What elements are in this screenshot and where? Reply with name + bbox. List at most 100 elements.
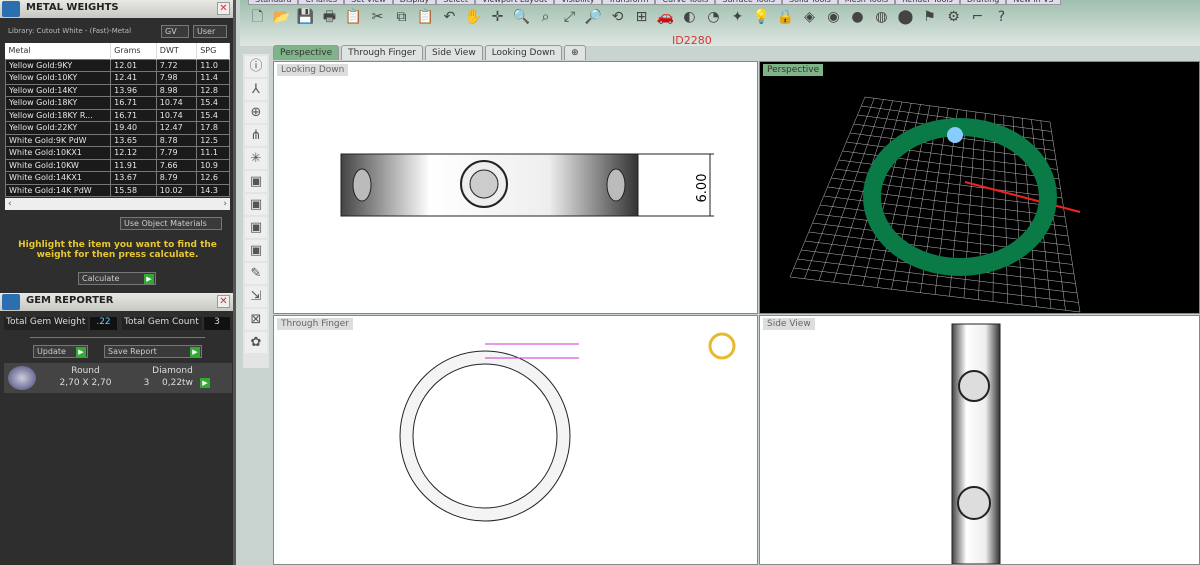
table-row[interactable]: White Gold:14K PdW 15.58 10.02 14.3 <box>4 183 230 197</box>
help-icon[interactable]: ? <box>992 8 1011 27</box>
box-top-icon[interactable]: ▣ <box>245 194 267 215</box>
table-cell: 8.98 <box>155 83 198 97</box>
table-row[interactable]: Yellow Gold:18KY R... 16.71 10.74 15.4 <box>4 108 230 122</box>
clipboard-icon[interactable]: 📋 <box>416 8 435 27</box>
box-side-icon[interactable]: ▣ <box>245 217 267 238</box>
gear-icon[interactable]: ⚙ <box>944 8 963 27</box>
toolbar-tab[interactable]: Curve Tools <box>655 0 716 5</box>
viewport-tab[interactable]: Through Finger <box>341 45 423 60</box>
zoom-extents-icon[interactable]: ⤢ <box>560 8 579 27</box>
cut-icon[interactable]: ✂ <box>368 8 387 27</box>
play-icon: ▶ <box>76 347 86 357</box>
viewport-side-view[interactable]: Side View <box>759 315 1200 565</box>
horizontal-scrollbar[interactable]: ‹ › <box>5 198 230 210</box>
toolbar-tab[interactable]: Transform <box>601 0 656 5</box>
layout-icon[interactable]: ⊞ <box>632 8 651 27</box>
car-icon[interactable]: 🚗 <box>656 8 675 27</box>
viewport-perspective[interactable]: Perspective <box>759 61 1200 314</box>
gem-row[interactable]: Round Diamond 2,70 X 2,70 3 0,22tw ▶ <box>4 363 232 393</box>
gv-toggle[interactable]: GV <box>161 25 189 38</box>
viewport-through-finger[interactable]: Through Finger <box>273 315 758 565</box>
toolbar-tab[interactable]: Mesh Tools <box>837 0 896 5</box>
user-toggle[interactable]: User <box>193 25 227 38</box>
add-tab-icon[interactable]: ⊕ <box>564 45 586 60</box>
table-row[interactable]: Yellow Gold:18KY 16.71 10.74 15.4 <box>4 96 230 110</box>
viewport-tab[interactable]: Side View <box>425 45 483 60</box>
clock-icon[interactable]: ◔ <box>704 8 723 27</box>
render-sphere-icon[interactable]: ⬤ <box>896 8 915 27</box>
toolbar-tab[interactable]: Visibility <box>554 0 602 5</box>
table-row[interactable]: White Gold:10KW 11.91 7.66 10.9 <box>4 158 230 172</box>
table-row[interactable]: Yellow Gold:10KY 12.41 7.98 11.4 <box>4 71 230 85</box>
column-header[interactable]: Metal <box>5 43 112 59</box>
table-row[interactable]: Yellow Gold:9KY 12.01 7.72 11.0 <box>4 58 230 72</box>
column-header[interactable]: SPG <box>196 43 230 59</box>
ring-top-drawing: 6.00 <box>340 153 714 217</box>
zoom-icon[interactable]: 🔍 <box>512 8 531 27</box>
column-header[interactable]: Grams <box>110 43 157 59</box>
color-wheel-icon[interactable]: ◉ <box>824 8 843 27</box>
new-icon[interactable]: 🗋 <box>248 8 267 27</box>
toolbar-tab[interactable]: Surface Tools <box>715 0 783 5</box>
toolbar-tab[interactable]: Display <box>392 0 437 5</box>
box-shaded-icon[interactable]: ▣ <box>245 240 267 261</box>
layers-icon[interactable]: ◈ <box>800 8 819 27</box>
calculate-button[interactable]: Calculate ▶ <box>78 272 156 285</box>
toolbar-tab[interactable]: Select <box>436 0 475 5</box>
viewport-tab[interactable]: Looking Down <box>484 45 563 60</box>
toolbar-tab[interactable]: New in V5 <box>1006 0 1061 5</box>
sphere-icon[interactable]: ● <box>848 8 867 27</box>
pan-icon[interactable]: ✋ <box>464 8 483 27</box>
undo-icon[interactable]: ↶ <box>440 8 459 27</box>
viewport-looking-down[interactable]: Looking Down 6.00 <box>273 61 758 314</box>
rotate-view-icon[interactable]: ⟲ <box>608 8 627 27</box>
toolbar-tab[interactable]: Viewport Layout <box>474 0 555 5</box>
save-icon[interactable]: 💾 <box>296 8 315 27</box>
zoom-window-icon[interactable]: ⌕ <box>536 8 555 27</box>
info-icon[interactable]: ⓘ <box>245 56 267 77</box>
gumball-icon[interactable]: ✳ <box>245 148 267 169</box>
box-icon[interactable]: ▣ <box>245 171 267 192</box>
splitter[interactable] <box>30 337 205 338</box>
move-icon[interactable]: ⇲ <box>245 286 267 307</box>
open-icon[interactable]: 📂 <box>272 8 291 27</box>
axes-icon[interactable]: ⅄ <box>245 79 267 100</box>
lights-icon[interactable]: ✦ <box>728 8 747 27</box>
paste-icon[interactable]: 📋 <box>344 8 363 27</box>
close-icon[interactable]: ✕ <box>217 2 230 15</box>
frame-icon[interactable]: ⊠ <box>245 309 267 330</box>
column-header[interactable]: DWT <box>156 43 198 59</box>
flag-icon[interactable]: ⚑ <box>920 8 939 27</box>
use-object-materials-button[interactable]: Use Object Materials <box>120 217 222 230</box>
copy-icon[interactable]: ⧉ <box>392 8 411 27</box>
toolbar-tab[interactable]: Solid Tools <box>782 0 838 5</box>
toolbar-tab[interactable]: Render Tools <box>895 0 960 5</box>
play-icon[interactable]: ▶ <box>200 378 210 388</box>
close-icon[interactable]: ✕ <box>217 295 230 308</box>
rotate-icon[interactable]: ✛ <box>488 8 507 27</box>
table-row[interactable]: Yellow Gold:22KY 19.40 12.47 17.8 <box>4 121 230 135</box>
toolbar-tab[interactable]: Set View <box>344 0 393 5</box>
lock-icon[interactable]: 🔒 <box>776 8 795 27</box>
table-row[interactable]: White Gold:9K PdW 13.65 8.78 12.5 <box>4 133 230 147</box>
print-icon[interactable]: 🖶 <box>320 8 339 27</box>
zoom-selected-icon[interactable]: 🔎 <box>584 8 603 27</box>
plugin-icon[interactable]: ✿ <box>245 332 267 353</box>
toolbar-tab[interactable]: CPlanes <box>298 0 345 5</box>
table-row[interactable]: Yellow Gold:14KY 13.96 8.98 12.8 <box>4 83 230 97</box>
button-label: Calculate <box>82 274 120 283</box>
save-report-button[interactable]: Save Report ▶ <box>104 345 202 358</box>
dimension-icon[interactable]: ⌐ <box>968 8 987 27</box>
update-button[interactable]: Update ▶ <box>33 345 88 358</box>
nodes-icon[interactable]: ⋔ <box>245 125 267 146</box>
globe-icon[interactable]: ⊕ <box>245 102 267 123</box>
table-row[interactable]: White Gold:14KX1 13.67 8.79 12.6 <box>4 171 230 185</box>
table-row[interactable]: White Gold:10KX1 12.12 7.79 11.1 <box>4 146 230 160</box>
shaded-sphere-icon[interactable]: ◍ <box>872 8 891 27</box>
viewport-tab[interactable]: Perspective <box>273 45 340 60</box>
hide-icon[interactable]: ◐ <box>680 8 699 27</box>
bulb-icon[interactable]: 💡 <box>752 8 771 27</box>
brush-icon[interactable]: ✎ <box>245 263 267 284</box>
toolbar-tab[interactable]: Drafting <box>959 0 1007 5</box>
toolbar-tab[interactable]: Standard <box>248 0 299 5</box>
